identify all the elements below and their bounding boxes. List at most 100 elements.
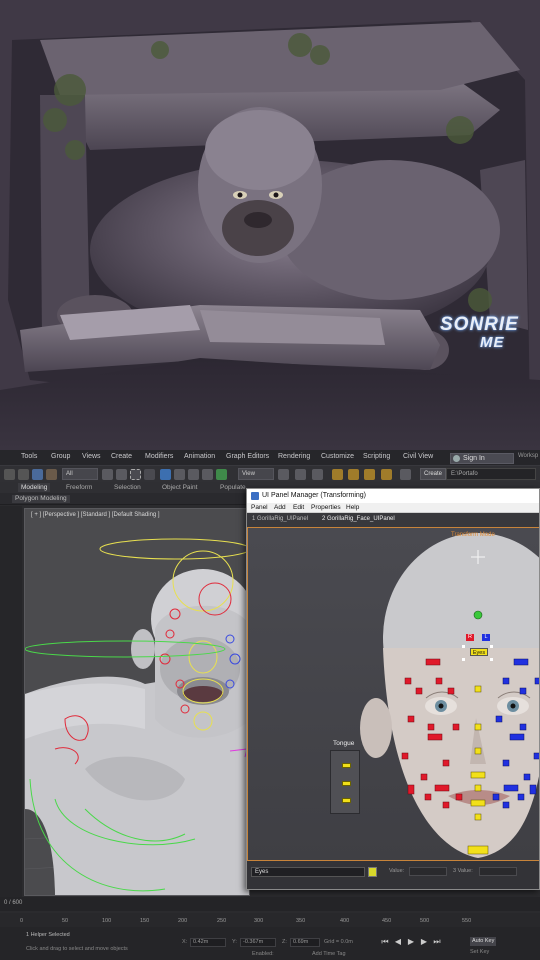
time-slider[interactable]: 0 / 600 [0, 897, 540, 911]
window-crossing-icon[interactable] [144, 469, 155, 480]
select-by-name-icon[interactable] [116, 469, 127, 480]
menu-create[interactable]: Create [111, 453, 132, 460]
panel-title: UI Panel Manager (Transforming) [262, 492, 367, 499]
perspective-viewport[interactable]: [ + ] [Perspective ] [Standard ] [Defaul… [24, 508, 250, 896]
tab-gorillarig-uipanel[interactable]: 1 GorillaRig_UIPanel [252, 516, 308, 522]
tab-object-paint[interactable]: Object Paint [162, 484, 197, 491]
percent-snap-icon[interactable] [364, 469, 375, 480]
menu-group[interactable]: Group [51, 453, 70, 460]
x-coordinate-field[interactable]: 0.42m [190, 938, 226, 947]
rect-selection-icon[interactable] [130, 469, 141, 480]
main-toolbar: All View Create E:\Portafo [0, 465, 540, 482]
control-color-swatch[interactable] [368, 867, 377, 877]
select-manipulate-icon[interactable] [216, 469, 227, 480]
tab-gorillarig-face-uipanel[interactable]: 2 GorillaRig_Face_UIPanel [322, 516, 395, 522]
menu-scripting[interactable]: Scripting [363, 453, 390, 460]
tongue-control-3[interactable] [342, 798, 351, 803]
prev-frame-icon[interactable]: ◀ [393, 937, 403, 947]
go-to-start-icon[interactable]: ⏮ [380, 937, 390, 947]
tab-modeling[interactable]: Modeling [18, 483, 51, 492]
panel-title-bar[interactable]: UI Panel Manager (Transforming) [247, 489, 539, 503]
eyes-control[interactable]: Eyes [470, 648, 488, 656]
select-object-icon[interactable] [102, 469, 113, 480]
value-label-1: Value: [389, 868, 405, 874]
bottom-status-bar: 1 Helper Selected Click and drag to sele… [0, 927, 540, 960]
panel-menu-panel[interactable]: Panel [251, 504, 268, 511]
frame-counter: 0 / 600 [4, 900, 23, 906]
polygon-modeling-label[interactable]: Polygon Modeling [12, 495, 70, 503]
user-icon [453, 455, 460, 462]
panel-menu-properties[interactable]: Properties [311, 504, 341, 511]
value-field-1[interactable] [409, 867, 447, 876]
panel-menu-edit[interactable]: Edit [293, 504, 304, 511]
tongue-control-2[interactable] [342, 781, 351, 786]
face-control-canvas[interactable]: Transform Mode Tongue R L Eyes [247, 527, 539, 861]
tick-label: 450 [382, 918, 392, 924]
menu-graph-editors[interactable]: Graph Editors [226, 453, 269, 460]
tab-populate[interactable]: Populate [220, 484, 246, 491]
gorilla-scene-illustration [0, 0, 540, 450]
value-field-2[interactable] [479, 867, 517, 876]
named-selection-icon[interactable] [400, 469, 411, 480]
move-icon[interactable] [160, 469, 171, 480]
select-and-manipulate-icon[interactable] [295, 469, 306, 480]
add-time-tag[interactable]: Add Time Tag [312, 951, 346, 957]
y-label: Y: [232, 939, 237, 945]
scale-icon[interactable] [188, 469, 199, 480]
menu-customize[interactable]: Customize [321, 453, 354, 460]
next-frame-icon[interactable]: ▶ [419, 937, 429, 947]
selected-control-name-field[interactable]: Eyes [251, 867, 365, 877]
tick-label: 350 [296, 918, 306, 924]
rotate-icon[interactable] [174, 469, 185, 480]
viewport-label[interactable]: [ + ] [Perspective ] [Standard ] [Defaul… [31, 512, 160, 518]
y-coordinate-field[interactable]: -0.367m [240, 938, 276, 947]
timeline-ruler[interactable]: 0 50 100 150 200 250 300 350 400 450 500… [0, 913, 540, 927]
tick-label: 0 [20, 918, 24, 924]
composite-image: SONRIE ME Tools Group Views Create Modif… [0, 0, 540, 960]
pivot-center-icon[interactable] [278, 469, 289, 480]
right-eye-tag[interactable]: R [466, 634, 474, 641]
tab-selection[interactable]: Selection [114, 484, 141, 491]
play-icon[interactable]: ▶ [406, 937, 416, 947]
reference-coord-dropdown[interactable]: View [238, 468, 274, 480]
workspaces-label[interactable]: Worksp [518, 453, 538, 459]
prompt-hint: Click and drag to select and move object… [26, 946, 128, 952]
menu-views[interactable]: Views [82, 453, 101, 460]
angle-snap-icon[interactable] [348, 469, 359, 480]
tick-label: 250 [217, 918, 227, 924]
unlink-icon[interactable] [46, 469, 57, 480]
snaps-toggle-icon[interactable] [332, 469, 343, 480]
go-to-end-icon[interactable]: ⏭ [432, 937, 442, 947]
redo-icon[interactable] [18, 469, 29, 480]
main-menubar: Tools Group Views Create Modifiers Anima… [0, 450, 540, 465]
value-label-2: 3 Value: [453, 868, 473, 874]
link-icon[interactable] [32, 469, 43, 480]
menu-tools[interactable]: Tools [21, 453, 37, 460]
selection-filter-dropdown[interactable]: All [62, 468, 98, 480]
project-path-field[interactable]: E:\Portafo [446, 468, 536, 480]
menu-rendering[interactable]: Rendering [278, 453, 310, 460]
tick-label: 200 [178, 918, 188, 924]
tab-freeform[interactable]: Freeform [66, 484, 92, 491]
keyboard-shortcut-icon[interactable] [312, 469, 323, 480]
place-icon[interactable] [202, 469, 213, 480]
panel-menu-help[interactable]: Help [346, 504, 359, 511]
spinner-snap-icon[interactable] [381, 469, 392, 480]
auto-key-button[interactable]: Auto Key [470, 937, 497, 946]
tongue-control-1[interactable] [342, 763, 351, 768]
create-selection-button[interactable]: Create [420, 468, 447, 480]
undo-icon[interactable] [4, 469, 15, 480]
tick-label: 150 [140, 918, 150, 924]
z-coordinate-field[interactable]: 0.69m [290, 938, 320, 947]
panel-menu-add[interactable]: Add [274, 504, 286, 511]
menu-modifiers[interactable]: Modifiers [145, 453, 173, 460]
menu-civil-view[interactable]: Civil View [403, 453, 433, 460]
sign-in-button[interactable]: Sign In [450, 453, 514, 464]
face-render-illustration [360, 533, 539, 858]
app-icon [251, 492, 259, 500]
gorilla-render: SONRIE ME [0, 0, 540, 450]
panel-tabs: 1 GorillaRig_UIPanel 2 GorillaRig_Face_U… [247, 513, 539, 527]
menu-animation[interactable]: Animation [184, 453, 215, 460]
left-eye-tag[interactable]: L [482, 634, 490, 641]
set-key-button[interactable]: Set Key [470, 949, 489, 955]
